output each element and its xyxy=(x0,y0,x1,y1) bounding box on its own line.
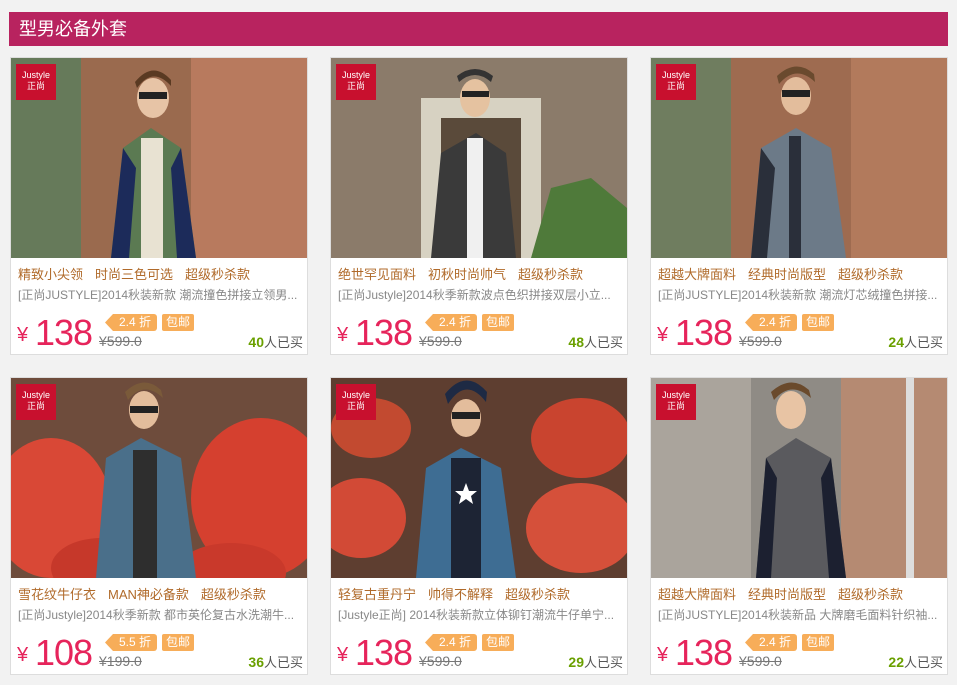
product-card[interactable]: Justyle 正尚 超越大牌面料 经典时尚版型 超级秒杀款 [正尚JUSTYLE]2… xyxy=(650,377,948,675)
discount-tag: 2.4 折 xyxy=(745,634,798,651)
product-description[interactable]: [正尚Justyle]2014秋季新款 都市英伦复古水洗潮牛... xyxy=(18,606,300,623)
price: 138 xyxy=(675,312,733,353)
product-photo[interactable]: Justyle 正尚 xyxy=(331,378,627,578)
currency-symbol: ¥ xyxy=(337,644,349,666)
section-title: 型男必备外套 xyxy=(19,19,127,39)
product-description[interactable]: [正尚JUSTYLE]2014秋装新款 潮流灯芯绒撞色拼接... xyxy=(658,286,940,303)
product-description[interactable]: [正尚Justyle]2014秋季新款波点色织拼接双层小立... xyxy=(338,286,620,303)
product-card[interactable]: Justyle 正尚 雪花纹牛仔衣 MAN神必备款 超级秒杀款 [正尚Justyle]… xyxy=(10,377,308,675)
price-row: ¥ 138 2.4 折 包邮 ¥599.0 22人已买 xyxy=(657,630,943,673)
product-photo[interactable]: Justyle 正尚 xyxy=(331,58,627,258)
section-header: 型男必备外套 xyxy=(9,12,948,46)
sold-count: 36人已买 xyxy=(248,654,303,670)
product-description[interactable]: [正尚JUSTYLE]2014秋装新款 潮流撞色拼接立领男... xyxy=(18,286,300,303)
currency-symbol: ¥ xyxy=(17,644,29,666)
discount-tag: 5.5 折 xyxy=(105,634,158,651)
brand-logo: Justyle 正尚 xyxy=(16,64,56,100)
product-card[interactable]: Justyle 正尚 绝世罕见面料 初秋时尚帅气 超级秒杀款 [正尚Justyle]2… xyxy=(330,57,628,355)
free-shipping-badge: 包邮 xyxy=(482,634,515,651)
product-title[interactable]: 精致小尖领 时尚三色可选 超级秒杀款 xyxy=(18,264,262,283)
sold-count: 22人已买 xyxy=(888,654,943,670)
discount-tag: 2.4 折 xyxy=(425,314,478,331)
product-title[interactable]: 超越大牌面料 经典时尚版型 超级秒杀款 xyxy=(658,584,915,603)
product-title[interactable]: 轻复古重丹宁 帅得不解释 超级秒杀款 xyxy=(338,584,582,603)
discount-tag: 2.4 折 xyxy=(745,314,798,331)
currency-symbol: ¥ xyxy=(337,324,349,346)
price: 108 xyxy=(35,632,93,673)
brand-logo: Justyle 正尚 xyxy=(656,384,696,420)
product-description[interactable]: [Justyle正尚] 2014秋装新款立体铆钉潮流牛仔单宁... xyxy=(338,606,620,623)
price: 138 xyxy=(355,632,413,673)
currency-symbol: ¥ xyxy=(657,324,669,346)
product-photo[interactable]: Justyle 正尚 xyxy=(11,58,307,258)
original-price: ¥599.0 xyxy=(739,333,782,349)
sold-count: 40人已买 xyxy=(248,334,303,350)
price: 138 xyxy=(35,312,93,353)
free-shipping-badge: 包邮 xyxy=(162,634,195,651)
product-photo[interactable]: Justyle 正尚 xyxy=(651,58,947,258)
free-shipping-badge: 包邮 xyxy=(482,314,515,331)
sold-count: 24人已买 xyxy=(888,334,943,350)
original-price: ¥599.0 xyxy=(99,333,142,349)
brand-logo: Justyle 正尚 xyxy=(656,64,696,100)
discount-tag: 2.4 折 xyxy=(425,634,478,651)
price: 138 xyxy=(675,632,733,673)
sold-count: 29人已买 xyxy=(568,654,623,670)
price-row: ¥ 108 5.5 折 包邮 ¥199.0 36人已买 xyxy=(17,630,303,673)
price: 138 xyxy=(355,312,413,353)
product-title[interactable]: 雪花纹牛仔衣 MAN神必备款 超级秒杀款 xyxy=(18,584,278,603)
product-description[interactable]: [正尚JUSTYLE]2014秋装新品 大牌磨毛面料针织袖... xyxy=(658,606,940,623)
free-shipping-badge: 包邮 xyxy=(162,314,195,331)
product-card[interactable]: Justyle 正尚 轻复古重丹宁 帅得不解释 超级秒杀款 [Justyle正尚] 2… xyxy=(330,377,628,675)
product-title[interactable]: 超越大牌面料 经典时尚版型 超级秒杀款 xyxy=(658,264,915,283)
price-row: ¥ 138 2.4 折 包邮 ¥599.0 40人已买 xyxy=(17,310,303,353)
brand-logo: Justyle 正尚 xyxy=(336,384,376,420)
original-price: ¥599.0 xyxy=(739,653,782,669)
free-shipping-badge: 包邮 xyxy=(802,314,835,331)
discount-tag: 2.4 折 xyxy=(105,314,158,331)
brand-logo: Justyle 正尚 xyxy=(336,64,376,100)
price-row: ¥ 138 2.4 折 包邮 ¥599.0 29人已买 xyxy=(337,630,623,673)
free-shipping-badge: 包邮 xyxy=(802,634,835,651)
currency-symbol: ¥ xyxy=(17,324,29,346)
currency-symbol: ¥ xyxy=(657,644,669,666)
original-price: ¥199.0 xyxy=(99,653,142,669)
original-price: ¥599.0 xyxy=(419,333,462,349)
original-price: ¥599.0 xyxy=(419,653,462,669)
price-row: ¥ 138 2.4 折 包邮 ¥599.0 24人已买 xyxy=(657,310,943,353)
brand-logo: Justyle 正尚 xyxy=(16,384,56,420)
product-title[interactable]: 绝世罕见面料 初秋时尚帅气 超级秒杀款 xyxy=(338,264,595,283)
product-card[interactable]: Justyle 正尚 精致小尖领 时尚三色可选 超级秒杀款 [正尚JUSTYLE]20… xyxy=(10,57,308,355)
sold-count: 48人已买 xyxy=(568,334,623,350)
price-row: ¥ 138 2.4 折 包邮 ¥599.0 48人已买 xyxy=(337,310,623,353)
product-photo[interactable]: Justyle 正尚 xyxy=(11,378,307,578)
product-card[interactable]: Justyle 正尚 超越大牌面料 经典时尚版型 超级秒杀款 [正尚JUSTYLE]2… xyxy=(650,57,948,355)
product-photo[interactable]: Justyle 正尚 xyxy=(651,378,947,578)
